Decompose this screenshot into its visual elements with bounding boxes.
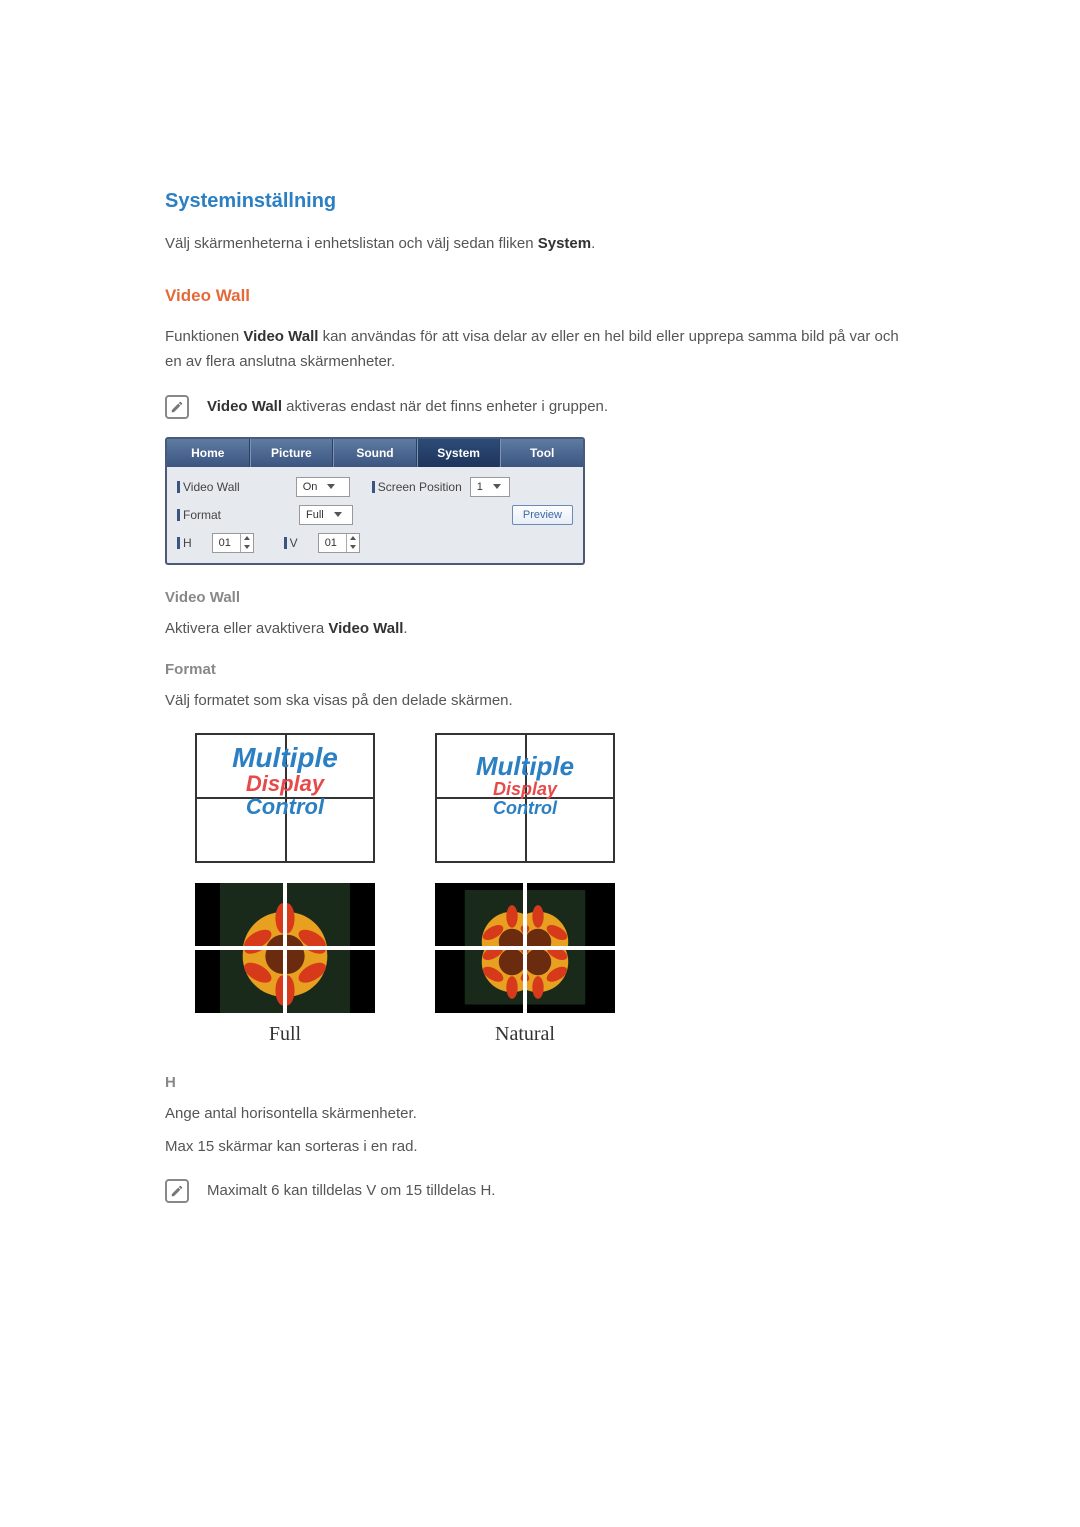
desc-bold: Video Wall (243, 328, 318, 345)
h-label: H (177, 536, 192, 550)
panel-body: Video Wall On Screen Position 1 Format F… (167, 467, 583, 563)
format-dropdown[interactable]: Full (299, 505, 353, 525)
video-wall-dropdown[interactable]: On (296, 477, 350, 497)
logo-l1: Multiple (437, 753, 613, 780)
bar-icon (284, 537, 287, 549)
flower-cell (435, 950, 523, 1013)
format-flower-row (195, 883, 915, 1013)
intro-post: . (591, 235, 595, 252)
flower-natural (435, 883, 615, 1013)
chevron-down-icon (327, 484, 335, 489)
sub-heading-h: H (165, 1074, 915, 1091)
settings-panel: Home Picture Sound System Tool Video Wal… (165, 437, 585, 565)
desc-pre: Funktionen (165, 328, 243, 345)
intro-bold: System (538, 235, 591, 252)
bar-icon (177, 509, 180, 521)
format-full-logo: Multiple Display Control (195, 733, 375, 863)
svw-pre: Aktivera eller avaktivera (165, 620, 328, 637)
h-spinner[interactable]: 01 (212, 533, 254, 553)
format-value: Full (306, 509, 324, 521)
bar-icon (372, 481, 375, 493)
note-2-text: Maximalt 6 kan tilldelas V om 15 tilldel… (207, 1182, 495, 1199)
flower-cell (287, 950, 375, 1013)
tab-home[interactable]: Home (167, 439, 250, 467)
video-wall-label-text: Video Wall (183, 480, 240, 494)
note1-post: aktiveras endast när det finns enheter i… (282, 398, 608, 415)
tab-picture[interactable]: Picture (250, 439, 334, 467)
h-value: 01 (219, 537, 231, 549)
logo-l2: Display (437, 780, 613, 799)
bar-icon (177, 481, 180, 493)
tab-sound[interactable]: Sound (333, 439, 417, 467)
note-1: Video Wall aktiveras endast när det finn… (165, 395, 915, 419)
screen-position-label: Screen Position (372, 480, 462, 494)
logo-l3: Control (437, 799, 613, 818)
format-natural-logo: Multiple Display Control (435, 733, 615, 863)
format-logo-row: Multiple Display Control Multiple Displa… (195, 733, 915, 863)
logo-l1: Multiple (197, 743, 373, 772)
caption-full: Full (195, 1023, 375, 1046)
svw-bold: Video Wall (328, 620, 403, 637)
chevron-down-icon (493, 484, 501, 489)
video-wall-value: On (303, 481, 318, 493)
caption-natural: Natural (435, 1023, 615, 1046)
tab-tool[interactable]: Tool (500, 439, 583, 467)
format-label: Format (177, 508, 221, 522)
chevron-down-icon (334, 512, 342, 517)
note-2: Maximalt 6 kan tilldelas V om 15 tilldel… (165, 1179, 915, 1203)
note1-bold: Video Wall (207, 398, 282, 415)
spinner-buttons[interactable] (240, 534, 253, 552)
sub-format-desc: Välj formatet som ska visas på den delad… (165, 692, 915, 709)
v-spinner[interactable]: 01 (318, 533, 360, 553)
sub-heading-format: Format (165, 661, 915, 678)
screen-position-dropdown[interactable]: 1 (470, 477, 510, 497)
video-wall-desc: Funktionen Video Wall kan användas för a… (165, 324, 915, 375)
logo-text: Multiple Display Control (437, 753, 613, 818)
flower-cell (195, 950, 283, 1013)
flower-cell (527, 883, 615, 946)
v-value: 01 (325, 537, 337, 549)
pencil-icon (165, 1179, 189, 1203)
screen-position-value: 1 (477, 481, 483, 493)
h-desc-2: Max 15 skärmar kan sorteras i en rad. (165, 1138, 915, 1155)
flower-cell (287, 883, 375, 946)
flower-cell (195, 883, 283, 946)
logo-text: Multiple Display Control (197, 743, 373, 819)
spinner-buttons[interactable] (346, 534, 359, 552)
intro-text: Välj skärmenheterna i enhetslistan och v… (165, 233, 915, 256)
preview-button[interactable]: Preview (512, 505, 573, 525)
screen-position-label-text: Screen Position (378, 480, 462, 494)
heading-video-wall: Video Wall (165, 286, 915, 306)
captions-row: Full Natural (195, 1023, 915, 1046)
heading-system: Systeminställning (165, 190, 915, 213)
v-label-text: V (290, 536, 298, 550)
tabs: Home Picture Sound System Tool (167, 439, 583, 467)
pencil-icon (165, 395, 189, 419)
tab-system[interactable]: System (417, 439, 501, 467)
logo-l2: Display (197, 772, 373, 795)
note-1-text: Video Wall aktiveras endast när det finn… (207, 398, 608, 415)
logo-l3: Control (197, 795, 373, 818)
v-label: V (284, 536, 298, 550)
flower-cell (435, 883, 523, 946)
h-label-text: H (183, 536, 192, 550)
flower-full (195, 883, 375, 1013)
intro-pre: Välj skärmenheterna i enhetslistan och v… (165, 235, 538, 252)
bar-icon (177, 537, 180, 549)
svw-post: . (403, 620, 407, 637)
video-wall-label: Video Wall (177, 480, 240, 494)
sub-heading-video-wall: Video Wall (165, 589, 915, 606)
h-desc-1: Ange antal horisontella skärmenheter. (165, 1105, 915, 1122)
flower-cell (527, 950, 615, 1013)
format-label-text: Format (183, 508, 221, 522)
sub-video-wall-desc: Aktivera eller avaktivera Video Wall. (165, 620, 915, 637)
